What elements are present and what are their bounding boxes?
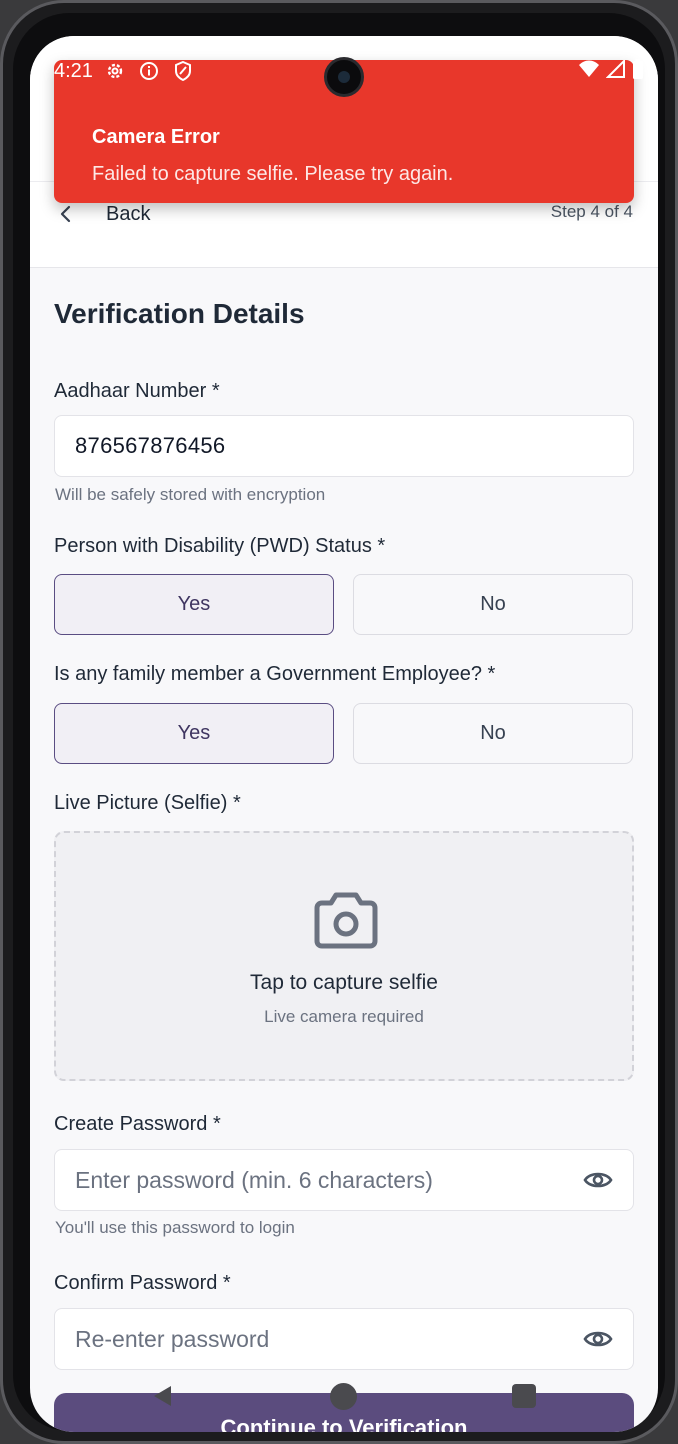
eye-icon[interactable] — [583, 1165, 613, 1195]
password-placeholder: Enter password (min. 6 characters) — [75, 1166, 433, 1193]
selfie-subtitle: Live camera required — [264, 1007, 424, 1026]
aadhaar-helper: Will be safely stored with encryption — [55, 485, 326, 504]
battery-icon — [632, 58, 644, 84]
system-nav-bar — [30, 1374, 658, 1418]
pwd-no-option[interactable]: No — [353, 574, 633, 635]
chevron-left-icon — [54, 202, 78, 226]
gov-employee-no-option[interactable]: No — [353, 703, 633, 764]
selfie-capture-area[interactable]: Tap to capture selfie Live camera requir… — [54, 831, 634, 1081]
toast-title: Camera Error — [92, 126, 220, 148]
status-right — [578, 58, 644, 84]
pwd-yes-option[interactable]: Yes — [54, 574, 334, 635]
gear-icon — [103, 59, 127, 83]
wifi-icon — [578, 60, 600, 83]
front-camera — [324, 57, 364, 97]
aadhaar-input[interactable]: 876567876456 — [54, 415, 634, 477]
password-label: Create Password * — [54, 1113, 221, 1135]
gov-employee-label: Is any family member a Government Employ… — [54, 663, 496, 685]
confirm-password-placeholder: Re-enter password — [75, 1325, 270, 1352]
gov-employee-yes-option[interactable]: Yes — [54, 703, 334, 764]
camera-icon — [310, 889, 382, 953]
back-label: Back — [106, 202, 151, 225]
pwd-status-label: Person with Disability (PWD) Status * — [54, 535, 386, 557]
password-helper: You'll use this password to login — [55, 1218, 295, 1237]
eye-icon[interactable] — [583, 1324, 613, 1354]
selfie-title: Tap to capture selfie — [250, 971, 438, 994]
status-time: 4:21 — [54, 59, 93, 82]
shield-icon — [171, 59, 195, 83]
aadhaar-value: 876567876456 — [75, 433, 226, 458]
info-icon — [137, 59, 161, 83]
nav-home-icon[interactable] — [330, 1383, 357, 1410]
nav-recents-icon[interactable] — [512, 1384, 536, 1408]
aadhaar-label: Aadhaar Number * — [54, 380, 220, 402]
page-title: Verification Details — [54, 298, 305, 329]
confirm-password-input[interactable]: Re-enter password — [54, 1308, 634, 1370]
nav-back-icon[interactable] — [151, 1384, 175, 1408]
app-screen: Back Step 4 of 4 Camera Error Failed to … — [30, 36, 658, 1432]
signal-icon — [605, 58, 626, 83]
confirm-password-label: Confirm Password * — [54, 1272, 231, 1294]
password-input[interactable]: Enter password (min. 6 characters) — [54, 1149, 634, 1211]
step-indicator: Step 4 of 4 — [550, 202, 633, 221]
selfie-label: Live Picture (Selfie) * — [54, 792, 241, 814]
toast-message: Failed to capture selfie. Please try aga… — [92, 163, 454, 185]
